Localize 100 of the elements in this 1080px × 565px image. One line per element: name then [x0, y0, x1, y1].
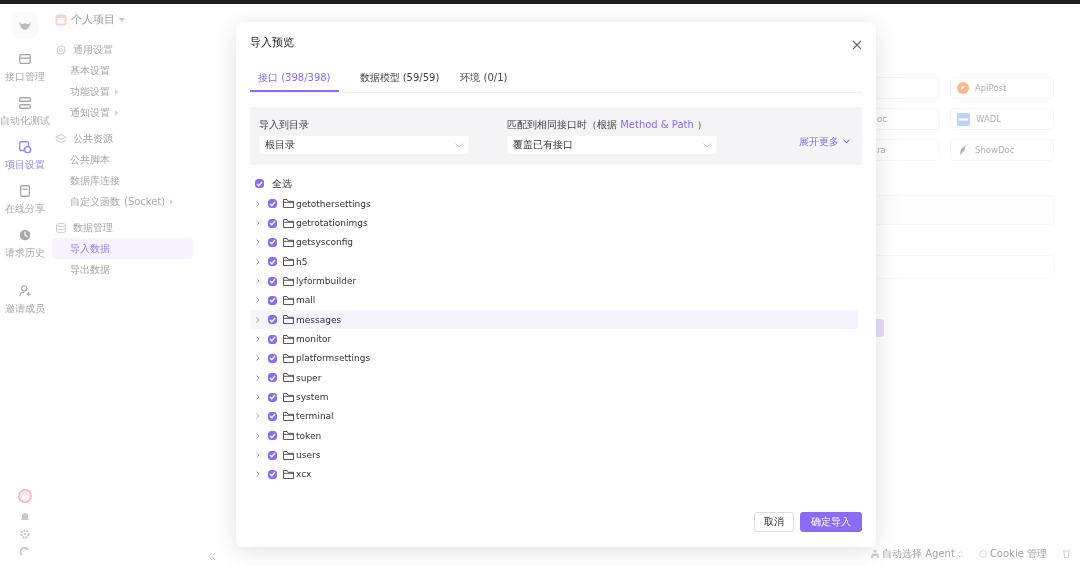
format-card[interactable]: ApiPost: [950, 77, 1054, 99]
tree-row[interactable]: monitor: [250, 329, 858, 349]
chevron-right-icon[interactable]: [256, 394, 260, 401]
caret-icon: [169, 198, 175, 205]
refresh-icon[interactable]: [20, 547, 30, 557]
bell-icon[interactable]: [20, 511, 30, 521]
chevron-right-icon[interactable]: [256, 258, 260, 265]
checkbox[interactable]: [268, 295, 277, 305]
rail-item[interactable]: 在线分享: [5, 178, 45, 222]
chevron-down-icon: [843, 139, 850, 144]
menu-group-title: 数据管理: [73, 220, 113, 235]
checkbox[interactable]: [268, 237, 277, 247]
tree-row[interactable]: system: [250, 387, 858, 407]
import-button[interactable]: 确定导入: [800, 512, 862, 532]
rail-item[interactable]: 请求历史: [5, 222, 45, 266]
tree-row[interactable]: getrotationimgs: [250, 213, 858, 233]
menu-item[interactable]: 基本设置: [52, 60, 193, 81]
tab[interactable]: 数据模型 (59/59): [359, 68, 440, 92]
chevron-down-icon: [703, 142, 711, 148]
chevron-right-icon[interactable]: [256, 220, 260, 226]
tab[interactable]: 接口 (398/398): [250, 68, 339, 92]
trash-icon[interactable]: [1063, 550, 1070, 558]
chevron-right-icon[interactable]: [256, 471, 260, 478]
format-card[interactable]: WADL: [950, 108, 1054, 130]
tree-row[interactable]: super: [250, 368, 858, 388]
collapse-icon[interactable]: [208, 553, 216, 560]
tree-row[interactable]: getsysconfig: [250, 232, 858, 253]
cookie-button[interactable]: Cookie 管理: [978, 547, 1047, 561]
stack-icon: [18, 96, 32, 110]
checkbox[interactable]: [268, 315, 277, 325]
menu-item[interactable]: 自定义函数 (Socket): [52, 191, 193, 212]
rocket-icon: [957, 82, 969, 94]
calendar-icon: [55, 13, 67, 26]
select-all-label: 全选: [272, 176, 292, 191]
folder-icon: [283, 295, 294, 305]
rail-item[interactable]: 项目设置: [5, 134, 45, 178]
checkbox[interactable]: [268, 257, 277, 267]
menu-item[interactable]: 导出数据: [52, 259, 193, 280]
folder-icon: [283, 257, 294, 267]
checkbox[interactable]: [268, 199, 277, 209]
cancel-button[interactable]: 取消: [754, 512, 794, 532]
rail-item[interactable]: 自动化测试: [0, 90, 50, 134]
chevron-right-icon[interactable]: [256, 316, 260, 323]
checkbox[interactable]: [255, 179, 264, 188]
tab[interactable]: 环境 (0/1): [460, 68, 508, 92]
tree-row[interactable]: mall: [250, 290, 858, 311]
checkbox[interactable]: [268, 392, 277, 402]
tree-row[interactable]: messages: [250, 310, 858, 330]
checkbox[interactable]: [268, 431, 277, 441]
tree-row[interactable]: users: [250, 445, 858, 465]
menu-item[interactable]: 数据库连接: [52, 170, 193, 191]
folder-icon: [283, 237, 294, 247]
checkbox[interactable]: [268, 411, 277, 421]
folder-select[interactable]: 根目录: [259, 136, 469, 154]
folder-icon: [283, 392, 294, 402]
rail-item[interactable]: 接口管理: [5, 46, 45, 90]
chevron-right-icon[interactable]: [256, 278, 260, 285]
pen-icon: [957, 144, 969, 156]
checkbox[interactable]: [268, 353, 277, 363]
chevron-right-icon[interactable]: [256, 432, 260, 439]
chevron-right-icon[interactable]: [256, 452, 260, 459]
caret-icon: [114, 88, 119, 95]
action-button[interactable]: [876, 319, 884, 337]
checkbox[interactable]: [268, 334, 277, 344]
folder-icon: [283, 218, 294, 228]
menu-item[interactable]: 公共脚本: [52, 149, 193, 170]
tree-row[interactable]: token: [250, 426, 858, 446]
match-select[interactable]: 覆盖已有接口: [507, 136, 717, 154]
project-title[interactable]: 个人项目: [71, 12, 115, 27]
rail-item[interactable]: 邀请成员: [5, 278, 45, 322]
chevron-right-icon[interactable]: [256, 239, 260, 246]
document-icon: [18, 184, 32, 198]
chevron-right-icon[interactable]: [256, 336, 260, 343]
avatar-icon[interactable]: [18, 489, 32, 503]
checkbox[interactable]: [268, 373, 277, 383]
agent-selector[interactable]: 自动选择 Agent: [871, 547, 963, 561]
chevron-right-icon[interactable]: [256, 413, 260, 420]
tree-row[interactable]: xcx: [250, 464, 858, 485]
layers-icon: [55, 132, 67, 145]
tree-row[interactable]: getothersettings: [250, 194, 858, 214]
checkbox[interactable]: [268, 450, 277, 460]
checkbox[interactable]: [268, 276, 277, 286]
expand-more-link[interactable]: 展开更多: [799, 134, 850, 149]
tree-row[interactable]: platformsettings: [250, 348, 858, 369]
tree-row[interactable]: h5: [250, 252, 858, 272]
chevron-right-icon[interactable]: [256, 374, 260, 381]
format-card[interactable]: ShowDoc: [950, 139, 1054, 161]
close-icon[interactable]: [852, 38, 862, 48]
chevron-right-icon[interactable]: [256, 297, 260, 304]
tree-row[interactable]: terminal: [250, 406, 858, 427]
chevron-right-icon[interactable]: [256, 200, 260, 207]
checkbox[interactable]: [268, 470, 277, 479]
folder-icon: [283, 353, 294, 363]
checkbox[interactable]: [268, 218, 277, 228]
chevron-right-icon[interactable]: [256, 355, 260, 362]
menu-item[interactable]: 导入数据: [52, 238, 193, 259]
menu-item[interactable]: 通知设置: [52, 102, 193, 123]
menu-item[interactable]: 功能设置: [52, 81, 193, 102]
wadl-icon: [957, 112, 970, 126]
tree-row[interactable]: lyformbuilder: [250, 271, 858, 291]
